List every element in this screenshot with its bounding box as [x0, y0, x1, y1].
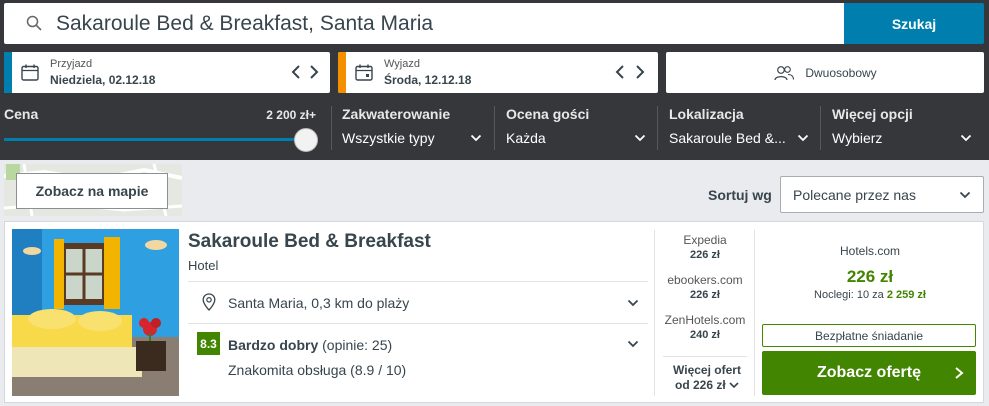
accommodation-filter[interactable]: Zakwaterowanie Wszystkie typy: [342, 100, 488, 155]
best-deal-nights: Noclegi: 10 za 2 259 zł: [762, 289, 978, 301]
chevron-right-icon: [955, 367, 964, 379]
provider-name: ebookers.com: [667, 273, 743, 287]
more-options-filter-value: Wybierz: [832, 130, 883, 146]
users-icon: [774, 65, 795, 80]
search-button[interactable]: Szukaj: [844, 3, 984, 44]
calendar-icon: [355, 64, 373, 81]
filter-divider: [331, 106, 332, 150]
accommodation-filter-value: Wszystkie typy: [342, 130, 435, 146]
sort-value: Polecane przez nas: [793, 187, 916, 203]
guest-rating-filter-value: Każda: [506, 130, 546, 146]
checkin-field[interactable]: Przyjazd Niedziela, 02.12.18: [4, 52, 330, 93]
guest-rating-filter-title: Ocena gości: [506, 106, 590, 122]
nights-prefix: Noclegi: 10 za: [814, 289, 884, 301]
rating-label: Bardzo dobry: [228, 337, 319, 353]
price-slider-handle[interactable]: [294, 128, 318, 152]
divider: [663, 356, 747, 357]
checkin-value: Niedziela, 02.12.18: [50, 73, 156, 87]
best-deal-site: Hotels.com: [839, 244, 901, 258]
more-offers-line2: od 226 zł: [674, 378, 726, 392]
chevron-left-icon[interactable]: [612, 63, 628, 81]
divider: [188, 281, 648, 282]
calendar-icon: [21, 64, 39, 81]
rating-sub-score: Znakomita obsługa (8.9 / 10): [228, 362, 407, 378]
hotel-name[interactable]: Sakaroule Bed & Breakfast: [188, 231, 431, 253]
nights-total: 2 259 zł: [886, 289, 926, 301]
hotel-location[interactable]: Santa Maria, 0,3 km do plaży: [228, 295, 409, 311]
hotel-result-card: Sakaroule Bed & Breakfast Hotel Santa Ma…: [4, 221, 984, 403]
chevron-right-icon[interactable]: [306, 63, 322, 81]
provider-offer[interactable]: Expedia 226 zł: [655, 233, 755, 261]
chevron-down-icon[interactable]: [627, 297, 639, 309]
room-type-selector[interactable]: Dwuosobowy: [666, 52, 984, 93]
search-input[interactable]: Sakaroule Bed & Breakfast, Santa Maria: [4, 3, 844, 44]
chevron-down-icon: [470, 134, 482, 142]
location-filter[interactable]: Lokalizacja Sakaroule Bed &...: [669, 100, 815, 155]
best-deal-price[interactable]: 226 zł: [762, 267, 978, 287]
rating-summary[interactable]: Bardzo dobry (opinie: 25): [228, 337, 392, 353]
location-filter-title: Lokalizacja: [669, 106, 744, 122]
price-filter-title: Cena: [4, 106, 39, 122]
accommodation-filter-title: Zakwaterowanie: [342, 106, 451, 122]
rating-score-badge: 8.3: [197, 332, 220, 355]
location-filter-value: Sakaroule Bed &...: [669, 130, 786, 146]
more-offers-line1: Więcej ofert: [673, 363, 741, 377]
chevron-right-icon[interactable]: [632, 63, 648, 81]
checkout-accent: [338, 52, 346, 93]
checkin-label: Przyjazd: [50, 58, 93, 70]
divider: [188, 323, 648, 324]
filter-divider: [820, 106, 821, 150]
more-options-filter-title: Więcej opcji: [832, 106, 913, 122]
location-pin-icon: [202, 293, 216, 311]
more-options-filter[interactable]: Więcej opcji Wybierz: [832, 100, 980, 155]
chevron-down-icon: [797, 134, 809, 142]
divider: [754, 230, 755, 396]
search-icon: [26, 15, 42, 31]
provider-price: 226 zł: [690, 289, 720, 301]
provider-offer[interactable]: ZenHotels.com 240 zł: [655, 313, 755, 341]
sort-select[interactable]: Polecane przez nas: [780, 176, 984, 213]
provider-price: 240 zł: [690, 329, 720, 341]
view-deal-button[interactable]: Zobacz ofertę: [762, 351, 976, 395]
chevron-down-icon[interactable]: [627, 338, 639, 350]
chevron-down-icon: [960, 134, 972, 142]
provider-name: Expedia: [683, 233, 727, 247]
guest-rating-filter[interactable]: Ocena gości Każda: [506, 100, 652, 155]
filter-divider: [657, 106, 658, 150]
chevron-down-icon: [729, 382, 739, 389]
checkout-value: Środa, 12.12.18: [384, 73, 472, 87]
room-label: Dwuosobowy: [805, 65, 877, 80]
free-breakfast-badge: Bezpłatne śniadanie: [762, 324, 976, 347]
view-on-map-button[interactable]: Zobacz na mapie: [16, 173, 168, 209]
checkin-accent: [4, 52, 12, 93]
provider-price: 226 zł: [690, 249, 720, 261]
price-slider-track[interactable]: [4, 138, 306, 141]
provider-name: ZenHotels.com: [664, 313, 746, 327]
chevron-down-icon: [634, 134, 646, 142]
search-query: Sakaroule Bed & Breakfast, Santa Maria: [56, 12, 434, 35]
hotel-type: Hotel: [188, 258, 219, 273]
more-offers-button[interactable]: Więcej ofert od 226 zł: [661, 363, 753, 393]
price-filter: Cena 2 200 zł+: [4, 100, 322, 155]
hotel-photo[interactable]: [12, 229, 179, 396]
chevron-left-icon[interactable]: [288, 63, 304, 81]
rating-reviews: (opinie: 25): [322, 337, 393, 353]
provider-offer[interactable]: ebookers.com 226 zł: [655, 273, 755, 301]
checkout-field[interactable]: Wyjazd Środa, 12.12.18: [338, 52, 658, 93]
checkout-label: Wyjazd: [384, 58, 420, 70]
view-deal-label: Zobacz ofertę: [816, 364, 921, 381]
chevron-down-icon: [959, 191, 971, 199]
sort-label: Sortuj wg: [708, 187, 772, 203]
filter-divider: [494, 106, 495, 150]
price-max-value: 2 200 zł+: [266, 108, 316, 122]
